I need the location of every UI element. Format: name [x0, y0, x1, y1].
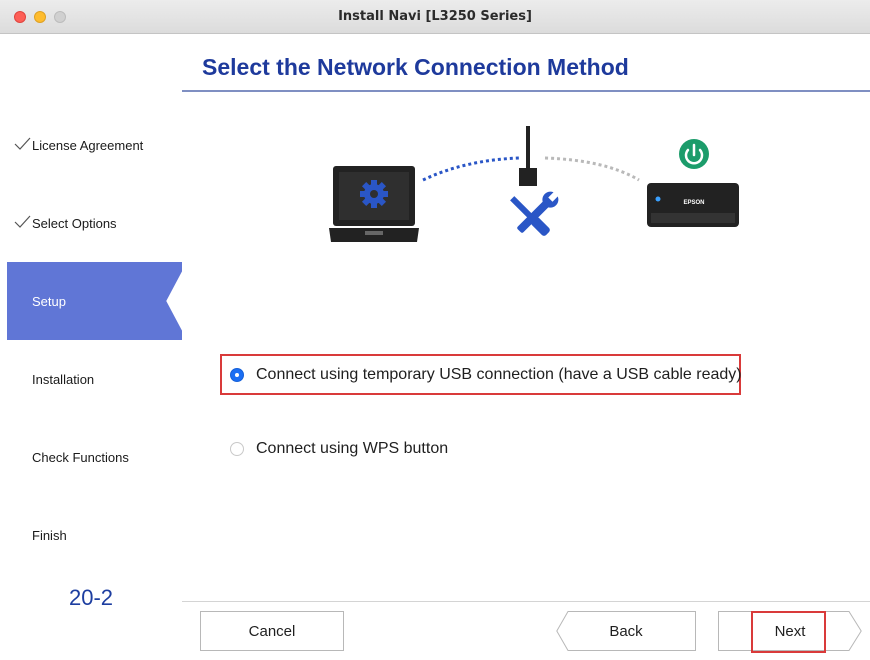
wps-connection-option[interactable]: Connect using WPS button [230, 440, 448, 458]
wps-radio-button[interactable] [230, 442, 244, 456]
checkmark-icon [14, 215, 31, 228]
step-label: Setup [32, 294, 66, 309]
page-number: 20-2 [69, 585, 114, 610]
gear-icon [360, 180, 388, 208]
step-check-functions: Check Functions [7, 418, 182, 496]
step-label: Check Functions [32, 450, 129, 465]
usb-connection-option[interactable]: Connect using temporary USB connection (… [230, 366, 742, 384]
cancel-button[interactable]: Cancel [200, 611, 344, 651]
step-select-options: Select Options [7, 184, 182, 262]
wps-option-label[interactable]: Connect using WPS button [256, 440, 448, 458]
window-title: Install Navi [L3250 Series] [338, 9, 532, 24]
step-label: License Agreement [32, 138, 144, 153]
usb-radio-button[interactable] [230, 368, 244, 382]
title-bar[interactable]: Install Navi [L3250 Series] [0, 0, 870, 34]
usb-option-label[interactable]: Connect using temporary USB connection (… [256, 366, 742, 384]
step-label: Finish [32, 528, 67, 543]
install-navi-window: Install Navi [L3250 Series] License Agre… [0, 0, 870, 660]
step-finish: Finish [7, 496, 182, 574]
wrench-screwdriver-icon [510, 190, 560, 236]
wireless-link-left [422, 156, 520, 182]
router-icon [519, 126, 537, 186]
step-installation: Installation [7, 340, 182, 418]
back-button[interactable]: Back [556, 611, 696, 651]
step-license-agreement: License Agreement [7, 106, 182, 184]
title-divider [182, 90, 870, 92]
steps-sidebar: License Agreement Select Options Setup I… [0, 34, 182, 660]
next-button-highlight [751, 611, 826, 653]
network-illustration: EPSON [329, 126, 739, 242]
step-label: Select Options [32, 216, 117, 231]
wireless-link-right [544, 156, 640, 182]
step-label: Installation [32, 372, 95, 387]
printer-brand-label: EPSON [683, 200, 704, 206]
page-title: Select the Network Connection Method [202, 54, 629, 80]
step-setup: Setup [7, 262, 182, 340]
printer-icon: EPSON [647, 183, 739, 227]
footer-divider [182, 601, 870, 602]
checkmark-icon [14, 137, 31, 150]
power-icon [679, 139, 709, 169]
